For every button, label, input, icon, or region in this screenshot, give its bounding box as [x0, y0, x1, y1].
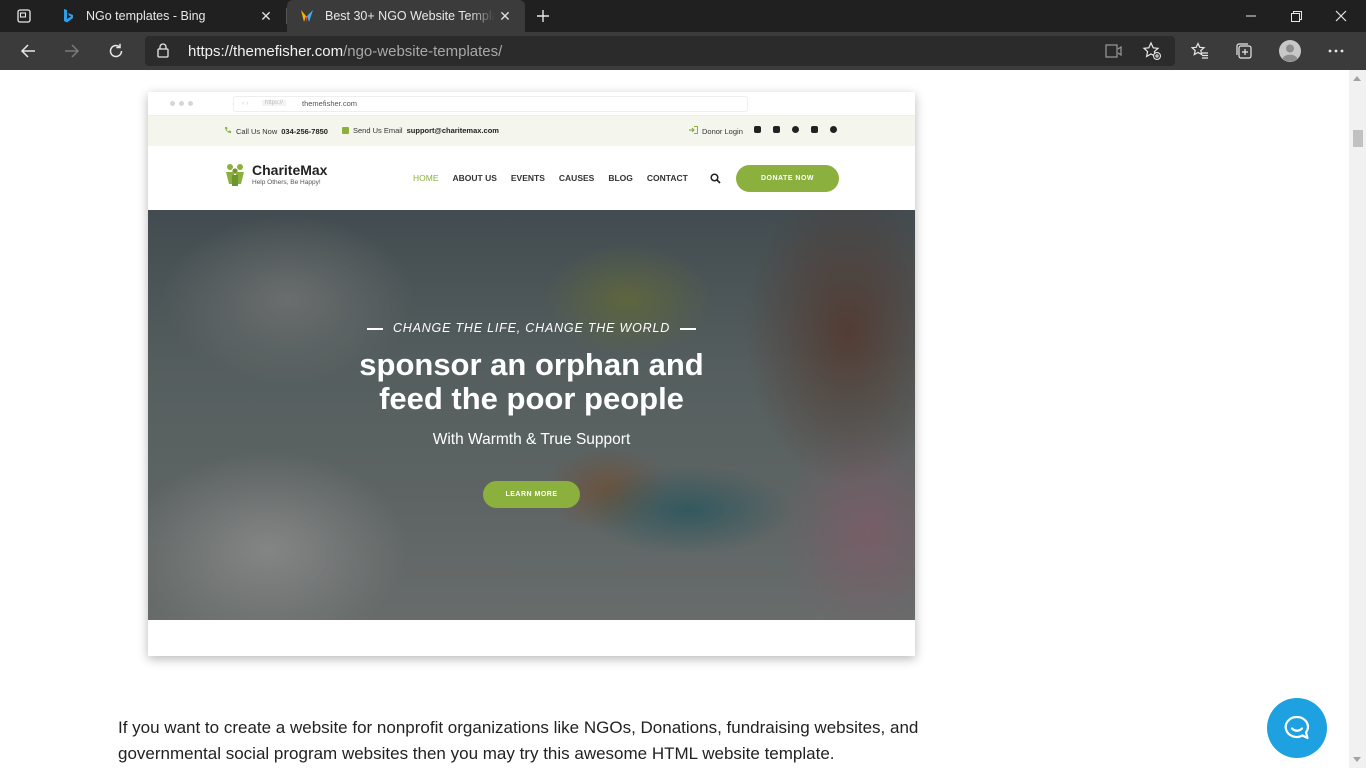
pinterest-icon [830, 126, 837, 133]
url-scheme: https:// [188, 43, 234, 60]
mock-hero-headline-line: sponsor an orphan and [359, 347, 704, 382]
mock-menu-item: CONTACT [646, 173, 688, 183]
more-dots-icon [1328, 49, 1344, 53]
close-tab-icon[interactable]: ✕ [495, 6, 515, 26]
template-preview-image: ‹ › https:// themefisher.com Call Us Now… [148, 92, 915, 656]
avatar-icon [1279, 40, 1301, 62]
mock-menu-item: HOME [413, 173, 439, 183]
tab-bing[interactable]: NGo templates - Bing ✕ [48, 0, 286, 32]
mock-window-dots [170, 101, 193, 106]
dribbble-icon [792, 126, 799, 133]
minimize-button[interactable] [1228, 0, 1274, 32]
mock-menu: HOME ABOUT US EVENTS CAUSES BLOG CONTACT [413, 173, 688, 183]
url-path: /ngo-website-templates/ [343, 43, 503, 60]
mock-https-pill: https:// [262, 100, 287, 106]
tab-title: NGo templates - Bing [86, 9, 206, 23]
restore-icon [1290, 10, 1302, 22]
refresh-icon [109, 43, 123, 58]
bing-icon [60, 8, 76, 24]
article-paragraph: If you want to create a website for nonp… [118, 718, 919, 763]
add-favorite-icon[interactable] [1142, 41, 1162, 66]
mock-donate-button: DONATE NOW [736, 165, 839, 192]
restore-button[interactable] [1273, 0, 1319, 32]
mock-learn-more-button: LEARN MORE [483, 481, 580, 508]
youtube-icon [811, 126, 818, 133]
mock-social-icons [754, 126, 837, 133]
new-tab-button[interactable] [530, 4, 556, 28]
mock-email-label: Send Us Email [353, 126, 403, 135]
tab-title: Best 30+ NGO Website Templates [325, 9, 495, 23]
mock-logo: ChariteMax Help Others, Be Happy! [224, 162, 327, 186]
back-arrow-icon [20, 44, 35, 58]
forward-button[interactable] [57, 36, 87, 66]
themefisher-icon [299, 8, 315, 24]
mock-browser-bar: ‹ › https:// themefisher.com [148, 92, 915, 116]
twitter-icon [754, 126, 761, 133]
back-button[interactable] [13, 36, 43, 66]
mock-menu-item: CAUSES [558, 173, 595, 183]
mock-donor-login-label: Donor Login [702, 126, 743, 136]
close-window-button[interactable] [1318, 0, 1364, 32]
mock-logo-tagline: Help Others, Be Happy! [252, 179, 321, 186]
address-bar[interactable]: https://themefisher.com/ngo-website-temp… [145, 36, 1175, 66]
mock-main-nav: ChariteMax Help Others, Be Happy! HOME A… [148, 146, 915, 210]
lock-icon [157, 43, 169, 63]
settings-more-button[interactable] [1321, 36, 1351, 66]
mock-menu-item: ABOUT US [452, 173, 497, 183]
mock-hero-banner: CHANGE THE LIFE, CHANGE THE WORLD sponso… [148, 210, 915, 620]
phone-icon [224, 126, 232, 136]
mock-logo-name: ChariteMax [252, 162, 328, 178]
chat-bubble-icon [1284, 715, 1310, 740]
mock-email-value: support@charitemax.com [406, 126, 499, 135]
tab-actions-icon [17, 9, 31, 23]
browser-toolbar: https://themefisher.com/ngo-website-temp… [0, 32, 1366, 70]
immersive-reader-icon[interactable] [1105, 42, 1123, 65]
collections-icon [1236, 43, 1252, 59]
favorites-button[interactable] [1185, 36, 1215, 66]
refresh-button[interactable] [101, 36, 131, 66]
plus-icon [537, 10, 549, 22]
login-icon [689, 126, 698, 136]
email-icon [342, 127, 349, 134]
facebook-icon [773, 126, 780, 133]
close-icon [1335, 10, 1347, 22]
tab-bar: NGo templates - Bing ✕ Best 30+ NGO Webs… [0, 0, 1366, 32]
mock-donor-login: Donor Login [689, 126, 743, 136]
mock-hero-kicker: CHANGE THE LIFE, CHANGE THE WORLD [148, 321, 915, 335]
mock-menu-item: BLOG [608, 173, 633, 183]
minimize-icon [1246, 15, 1256, 17]
scroll-down-arrow-icon[interactable] [1353, 757, 1361, 762]
mock-hero-headline-line: feed the poor people [379, 381, 684, 416]
mock-hero-headline: sponsor an orphan and feed the poor peop… [148, 348, 915, 416]
url-host: themefisher.com [233, 43, 344, 60]
charitemax-logo-icon [224, 162, 246, 186]
mock-nav-arrows-icon: ‹ › [242, 100, 249, 107]
mock-menu-item: EVENTS [510, 173, 545, 183]
close-tab-icon[interactable]: ✕ [256, 6, 276, 26]
mock-email-info: Send Us Email support@charitemax.com [342, 126, 499, 135]
mock-call-info: Call Us Now 034-256-7850 [224, 126, 328, 136]
mock-domain: themefisher.com [302, 99, 358, 108]
mock-call-label: Call Us Now [236, 126, 278, 136]
url-text: https://themefisher.com/ngo-website-temp… [188, 43, 502, 60]
mock-call-number: 034-256-7850 [281, 126, 328, 136]
tab-themefisher[interactable]: Best 30+ NGO Website Templates ✕ [287, 0, 525, 32]
mock-search-icon [710, 171, 721, 189]
favorites-icon [1191, 42, 1208, 59]
scroll-up-arrow-icon[interactable] [1353, 76, 1361, 81]
page-viewport: ‹ › https:// themefisher.com Call Us Now… [0, 70, 1349, 768]
collections-button[interactable] [1229, 36, 1259, 66]
scrollbar-thumb[interactable] [1353, 130, 1363, 147]
page-scrollbar[interactable] [1349, 70, 1366, 768]
tab-actions-button[interactable] [0, 0, 48, 32]
chat-support-button[interactable] [1267, 698, 1327, 758]
mock-hero-subtitle: With Warmth & True Support [432, 431, 631, 448]
profile-button[interactable] [1275, 36, 1305, 66]
mock-top-info-bar: Call Us Now 034-256-7850 Send Us Email sup… [148, 116, 915, 146]
mock-address-field: ‹ › https:// themefisher.com [233, 96, 748, 112]
forward-arrow-icon [65, 44, 80, 58]
